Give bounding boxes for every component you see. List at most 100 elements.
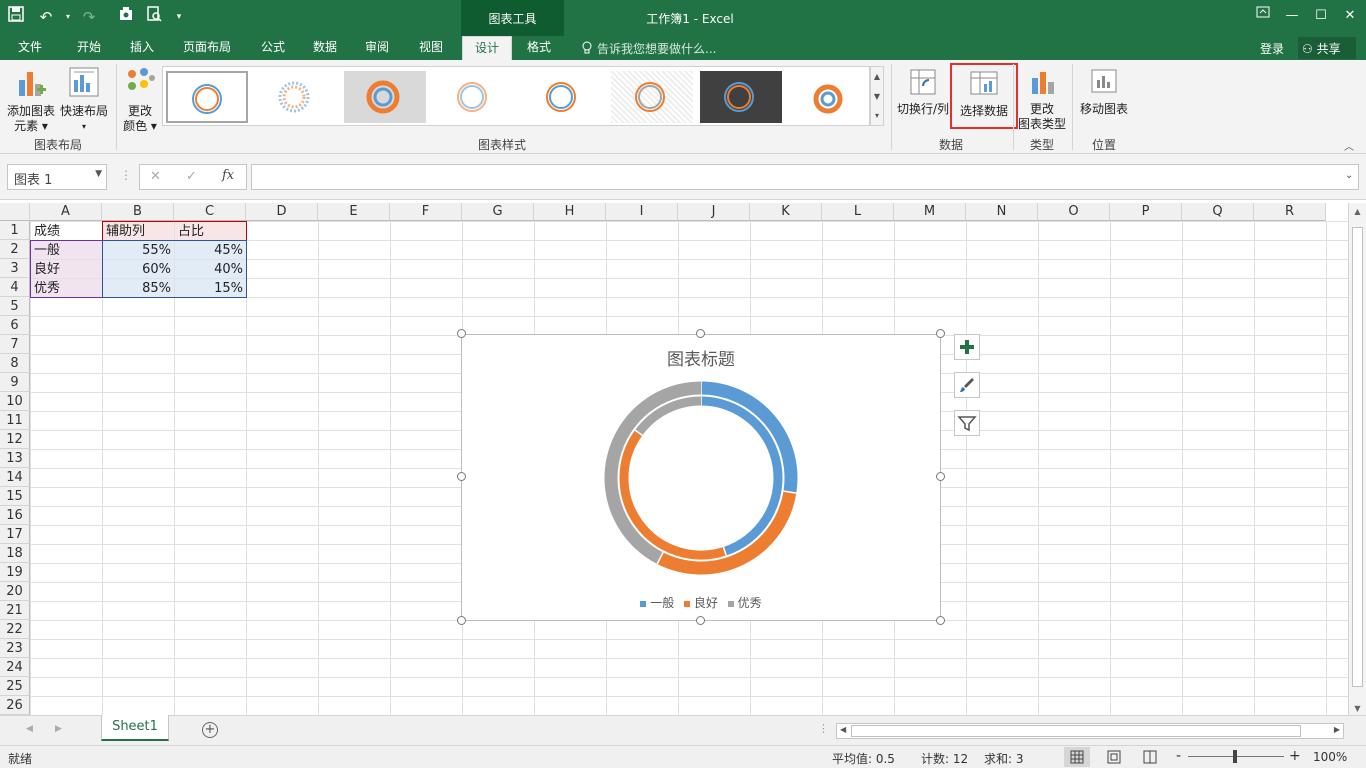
row-header-3[interactable]: 3 — [0, 259, 30, 278]
column-header-M[interactable]: M — [894, 203, 966, 221]
column-header-K[interactable]: K — [750, 203, 822, 221]
tab-file[interactable]: 文件 — [8, 36, 52, 60]
chart-legend[interactable]: 一般 良好 优秀 — [462, 594, 940, 611]
expand-formula-bar-icon[interactable]: ⌄ — [1345, 170, 1353, 181]
redo-icon[interactable]: ↷ — [78, 6, 100, 28]
page-break-view-button[interactable] — [1140, 747, 1160, 767]
column-header-I[interactable]: I — [606, 203, 678, 221]
column-header-O[interactable]: O — [1038, 203, 1110, 221]
sheet-tab-sheet1[interactable]: Sheet1 — [101, 715, 169, 741]
minimize-icon[interactable]: — — [1280, 4, 1304, 28]
print-preview-icon[interactable] — [143, 6, 165, 28]
chart-style-8[interactable] — [789, 71, 871, 123]
gallery-scroll-buttons[interactable]: ▲ ▼ ▾ — [870, 66, 884, 126]
cancel-icon[interactable]: ✕ — [150, 169, 161, 184]
column-header-H[interactable]: H — [534, 203, 606, 221]
tab-review[interactable]: 审阅 — [356, 36, 398, 60]
share-button[interactable]: ⚇ 共享 — [1298, 37, 1356, 59]
name-box[interactable]: 图表 1 ▼ — [7, 164, 107, 190]
resize-handle-left[interactable] — [457, 472, 466, 481]
select-all-corner[interactable] — [0, 203, 30, 221]
tab-page-layout[interactable]: 页面布局 — [176, 36, 238, 60]
zoom-out-button[interactable]: - — [1176, 748, 1181, 764]
resize-handle-right[interactable] — [936, 472, 945, 481]
scroll-right-icon[interactable]: ▶ — [1334, 725, 1340, 734]
column-header-B[interactable]: B — [102, 203, 174, 221]
change-colors-button[interactable]: 更改 颜色 ▾ — [119, 66, 161, 134]
name-box-dropdown-icon[interactable]: ▼ — [95, 169, 102, 179]
row-header-13[interactable]: 13 — [0, 449, 30, 468]
chart-style-1[interactable] — [166, 71, 248, 123]
chart-style-5[interactable] — [522, 71, 604, 123]
tab-formulas[interactable]: 公式 — [252, 36, 294, 60]
row-header-16[interactable]: 16 — [0, 506, 30, 525]
zoom-level[interactable]: 100% — [1313, 750, 1347, 764]
row-header-2[interactable]: 2 — [0, 240, 30, 259]
column-header-A[interactable]: A — [30, 203, 102, 221]
chart-style-7[interactable] — [700, 71, 782, 123]
resize-handle-bottom-left[interactable] — [457, 616, 466, 625]
chevron-up-icon[interactable]: ▲ — [871, 67, 883, 87]
tab-data[interactable]: 数据 — [304, 36, 346, 60]
chart-style-6[interactable] — [611, 71, 693, 123]
row-header-14[interactable]: 14 — [0, 468, 30, 487]
row-header-5[interactable]: 5 — [0, 297, 30, 316]
chart-style-3[interactable] — [344, 71, 426, 123]
row-header-12[interactable]: 12 — [0, 430, 30, 449]
sign-in-link[interactable]: 登录 — [1260, 40, 1284, 57]
select-data-button[interactable]: 选择数据 — [950, 63, 1018, 129]
column-header-J[interactable]: J — [678, 203, 750, 221]
row-header-23[interactable]: 23 — [0, 639, 30, 658]
chart-area[interactable]: 图表标题 一般 良好 优秀 — [461, 334, 941, 621]
insert-function-icon[interactable]: fx — [222, 168, 234, 183]
change-chart-type-button[interactable]: 更改 图表类型 — [1017, 66, 1067, 132]
resize-handle-top[interactable] — [696, 329, 705, 338]
vertical-scroll-thumb[interactable] — [1352, 227, 1363, 687]
column-header-D[interactable]: D — [246, 203, 318, 221]
normal-view-button[interactable] — [1064, 747, 1090, 767]
row-header-20[interactable]: 20 — [0, 582, 30, 601]
column-header-C[interactable]: C — [174, 203, 246, 221]
touch-mode-icon[interactable] — [115, 6, 137, 28]
horizontal-scroll-thumb[interactable] — [851, 725, 1301, 737]
column-header-F[interactable]: F — [390, 203, 462, 221]
row-header-26[interactable]: 26 — [0, 696, 30, 715]
row-header-19[interactable]: 19 — [0, 563, 30, 582]
column-header-L[interactable]: L — [822, 203, 894, 221]
column-header-Q[interactable]: Q — [1182, 203, 1254, 221]
resize-handle-bottom[interactable] — [696, 616, 705, 625]
switch-row-column-button[interactable]: 切换行/列 — [896, 66, 950, 117]
row-header-8[interactable]: 8 — [0, 354, 30, 373]
tab-insert[interactable]: 插入 — [121, 36, 163, 60]
chart-styles-gallery[interactable] — [162, 66, 870, 126]
column-header-G[interactable]: G — [462, 203, 534, 221]
donut-plot[interactable] — [462, 381, 940, 601]
scroll-sheets-right-icon[interactable]: ▶ — [55, 724, 62, 734]
vertical-scrollbar[interactable]: ▲ ▼ — [1348, 203, 1366, 715]
cell-A1[interactable]: 成绩 — [31, 222, 102, 240]
chevron-down-icon[interactable]: ▼ — [871, 87, 883, 107]
tab-home[interactable]: 开始 — [68, 36, 110, 60]
tab-split-grip-icon[interactable]: ⋮ — [818, 722, 829, 735]
row-header-1[interactable]: 1 — [0, 221, 30, 240]
scroll-down-icon[interactable]: ▼ — [1349, 704, 1366, 713]
row-header-7[interactable]: 7 — [0, 335, 30, 354]
column-header-P[interactable]: P — [1110, 203, 1182, 221]
row-header-22[interactable]: 22 — [0, 620, 30, 639]
row-header-25[interactable]: 25 — [0, 677, 30, 696]
chart-filters-button[interactable] — [954, 410, 980, 436]
enter-icon[interactable]: ✓ — [186, 169, 197, 184]
chart-style-4[interactable] — [433, 71, 515, 123]
scroll-left-icon[interactable]: ◀ — [840, 725, 846, 734]
column-header-R[interactable]: R — [1254, 203, 1326, 221]
ribbon-display-options-icon[interactable] — [1251, 4, 1275, 28]
horizontal-scrollbar[interactable]: ◀ ▶ — [836, 723, 1344, 739]
formula-input[interactable] — [251, 164, 1359, 190]
undo-icon[interactable]: ↶ — [35, 6, 57, 28]
gallery-more-icon[interactable]: ▾ — [871, 107, 883, 125]
tab-view[interactable]: 视图 — [410, 36, 452, 60]
column-header-E[interactable]: E — [318, 203, 390, 221]
chart-style-2[interactable] — [255, 71, 337, 123]
row-header-17[interactable]: 17 — [0, 525, 30, 544]
move-chart-button[interactable]: 移动图表 — [1076, 66, 1132, 117]
